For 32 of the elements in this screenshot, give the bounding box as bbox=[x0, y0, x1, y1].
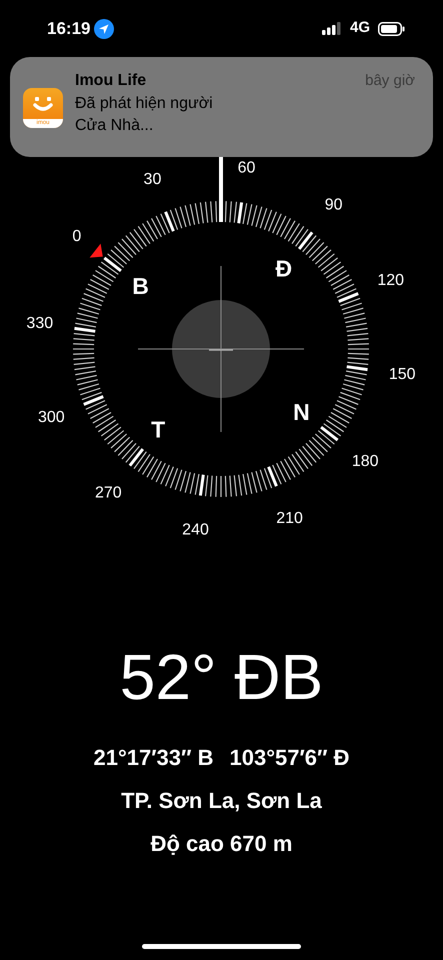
degree-label: 300 bbox=[38, 409, 65, 426]
north-marker-icon bbox=[90, 244, 103, 258]
coordinate-text: 21°17′33″ B bbox=[93, 744, 214, 772]
coordinate-text: 103°57′6″ Đ bbox=[230, 744, 350, 772]
heading-readout: 52° ĐB bbox=[118, 642, 324, 712]
degree-label: 240 bbox=[182, 522, 209, 539]
clock: 16:19 bbox=[47, 18, 90, 40]
network-type: 4G bbox=[350, 18, 370, 38]
direction-letter: N bbox=[293, 398, 310, 425]
degree-label: 60 bbox=[238, 159, 256, 176]
direction-letter: T bbox=[151, 416, 166, 442]
notification-text: Cửa Nhà... bbox=[75, 116, 154, 136]
degree-label: 30 bbox=[144, 170, 162, 188]
notification-time: bây giờ bbox=[365, 71, 415, 91]
degree-label: 330 bbox=[26, 315, 54, 332]
altitude-text: Độ cao 670 m bbox=[150, 831, 292, 856]
degree-label: 0 bbox=[72, 228, 82, 245]
home-indicator[interactable] bbox=[142, 944, 301, 949]
degree-label: 150 bbox=[388, 366, 416, 383]
degree-label: 270 bbox=[94, 484, 122, 502]
location-icon bbox=[94, 18, 114, 38]
app-name: Imou Life bbox=[75, 71, 146, 91]
location-name: TP. Sơn La, Sơn La bbox=[121, 788, 322, 814]
direction-letter: Đ bbox=[275, 256, 292, 282]
degree-label: 90 bbox=[324, 196, 343, 214]
degree-label: 210 bbox=[276, 510, 303, 528]
battery-icon bbox=[378, 22, 405, 36]
degree-label: 180 bbox=[352, 453, 379, 470]
signal-icon bbox=[322, 22, 342, 35]
notification-text: Đã phát hiện người bbox=[75, 94, 214, 114]
degree-label: 120 bbox=[377, 272, 404, 289]
direction-letter: B bbox=[132, 273, 149, 300]
